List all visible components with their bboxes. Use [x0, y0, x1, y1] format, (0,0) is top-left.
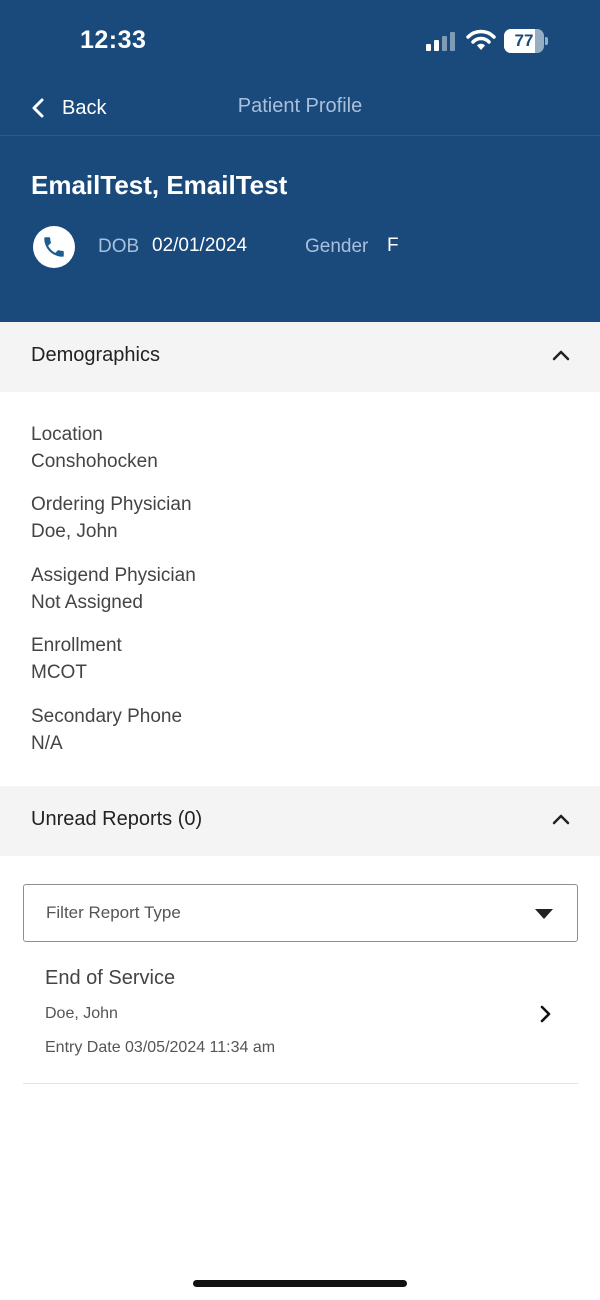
- phone-icon: [44, 237, 64, 257]
- location-label: Location: [31, 424, 103, 445]
- status-bar: 12:33 77: [0, 0, 600, 80]
- call-patient-button[interactable]: [33, 226, 75, 268]
- chevron-up-icon: [552, 814, 570, 825]
- report-entry-date: Entry Date 03/05/2024 11:34 am: [45, 1039, 276, 1056]
- assigned-physician-label: Assigend Physician: [31, 565, 196, 586]
- battery-percent: 77: [514, 31, 534, 50]
- battery-icon: 77: [504, 29, 548, 53]
- demographics-title: Demographics: [31, 344, 160, 366]
- caret-down-icon: [535, 909, 553, 919]
- chevron-up-icon: [552, 350, 570, 361]
- unread-reports-title: Unread Reports (0): [31, 808, 203, 830]
- assigned-physician-value: Not Assigned: [31, 592, 143, 613]
- home-indicator[interactable]: [193, 1280, 407, 1287]
- filter-report-type-select[interactable]: Filter Report Type: [23, 884, 578, 942]
- location-value: Conshohocken: [31, 451, 158, 472]
- report-title: End of Service: [45, 967, 176, 989]
- enrollment-value: MCOT: [31, 662, 87, 683]
- navigation-bar: Back Patient Profile: [0, 80, 600, 136]
- demographics-section-header[interactable]: Demographics: [0, 322, 600, 392]
- filter-placeholder: Filter Report Type: [46, 903, 181, 922]
- chevron-right-icon: [540, 1005, 551, 1023]
- ordering-physician-label: Ordering Physician: [31, 494, 192, 515]
- status-time: 12:33: [80, 26, 147, 54]
- ordering-physician-value: Doe, John: [31, 521, 118, 542]
- dob-label: DOB: [98, 236, 140, 257]
- enrollment-label: Enrollment: [31, 635, 122, 656]
- patient-name: EmailTest, EmailTest: [31, 170, 288, 200]
- report-list-item[interactable]: End of Service Doe, John Entry Date 03/0…: [23, 952, 578, 1084]
- gender-label: Gender: [305, 236, 369, 257]
- patient-header: 12:33 77 Back Patient Profile EmailTest,…: [0, 0, 600, 322]
- secondary-phone-label: Secondary Phone: [31, 706, 183, 727]
- unread-reports-section-header[interactable]: Unread Reports (0): [0, 786, 600, 856]
- gender-value: F: [387, 235, 399, 256]
- dob-value: 02/01/2024: [152, 235, 248, 256]
- page-title: Patient Profile: [237, 95, 363, 117]
- report-physician: Doe, John: [45, 1005, 118, 1022]
- secondary-phone-value: N/A: [31, 733, 63, 754]
- wifi-icon: [466, 29, 496, 50]
- cellular-signal-icon: [426, 31, 458, 51]
